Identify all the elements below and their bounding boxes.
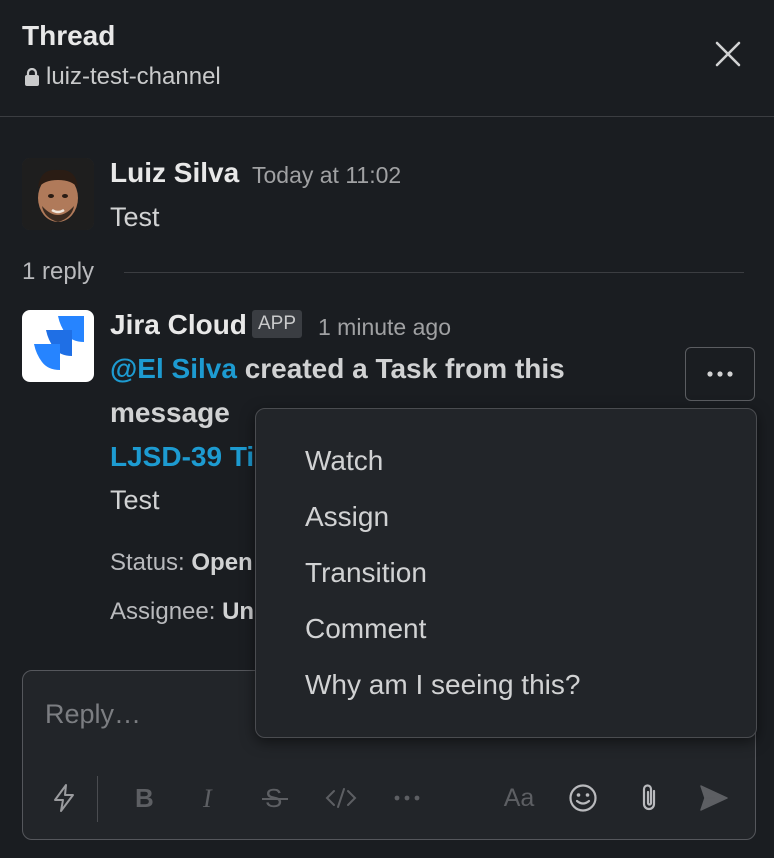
message-timestamp[interactable]: Today at 11:02 [252,162,401,189]
issue-status: Status: Open [110,549,260,577]
avatar[interactable] [22,158,94,230]
bold-button[interactable]: B [127,781,161,815]
more-horizontal-icon [707,371,733,377]
menu-item-comment[interactable]: Comment [305,613,426,645]
channel-name[interactable]: luiz-test-channel [24,63,221,91]
jira-logo-avatar[interactable] [22,310,94,382]
toolbar-divider [97,776,98,822]
channel-label: luiz-test-channel [46,63,221,90]
app-badge: APP [252,310,303,338]
reply-timestamp[interactable]: 1 minute ago [318,314,451,341]
italic-button[interactable]: I [193,781,227,815]
shortcuts-button[interactable] [47,781,81,815]
italic-icon: I [202,785,213,811]
menu-item-why-seeing[interactable]: Why am I seeing this? [305,669,580,701]
status-label: Status: [110,549,192,576]
more-actions-button[interactable] [685,347,755,401]
emoji-button[interactable] [566,781,600,815]
reply-divider [124,272,744,273]
reply-line-1: @El Silva created a Task from this [110,353,565,385]
more-formatting-button[interactable] [390,781,424,815]
svg-text:I: I [202,785,213,811]
thread-header: Thread luiz-test-channel [0,0,774,117]
paperclip-icon [642,784,656,811]
strikethrough-icon: S [262,784,288,812]
send-button[interactable] [697,781,731,815]
more-formatting-icon [394,795,420,801]
thread-title: Thread [22,20,116,51]
user-mention[interactable]: @El Silva [110,353,237,384]
format-toggle-button[interactable]: Aa [499,781,539,815]
issue-assignee: Assignee: Un [110,598,260,626]
issue-link[interactable]: LJSD-39 Ti [110,441,260,473]
reply-line-1-text: created a Task from this [236,353,565,384]
status-value: Open [191,549,253,576]
message-author[interactable]: Luiz Silva [110,157,239,189]
menu-item-assign[interactable]: Assign [305,501,389,533]
lock-icon [24,68,40,86]
bold-icon: B [135,785,154,811]
message-actions-menu: Watch Assign Transition Comment Why am I… [255,408,757,738]
reply-author[interactable]: Jira Cloud [110,309,247,341]
lightning-icon [54,784,74,812]
code-icon [325,788,357,808]
reply-count: 1 reply [22,258,95,285]
menu-item-transition[interactable]: Transition [305,557,427,589]
assignee-label: Assignee: [110,598,223,625]
code-button[interactable] [324,781,358,815]
emoji-icon [569,784,597,812]
strikethrough-button[interactable]: S [258,781,292,815]
attach-button[interactable] [632,781,666,815]
issue-summary: Test [110,485,160,515]
svg-text:B: B [135,785,154,811]
close-button[interactable] [706,34,750,74]
reply-line-2: message [110,397,230,428]
close-icon [715,41,741,67]
message-text: Test [110,202,160,232]
menu-item-watch[interactable]: Watch [305,445,383,477]
assignee-value: Un [222,598,255,625]
send-icon [700,785,728,811]
